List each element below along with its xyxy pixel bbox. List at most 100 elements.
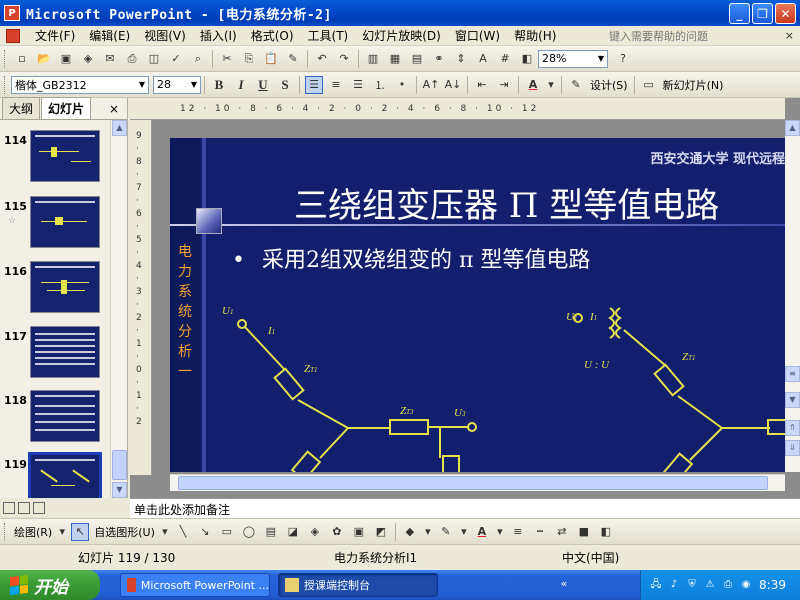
chevron-down-icon[interactable]: ▾ — [160, 523, 170, 541]
align-left-icon[interactable]: ☰ — [305, 75, 323, 94]
arrow-style-icon[interactable]: ⇄ — [553, 523, 571, 541]
powerpoint-icon[interactable]: P — [4, 5, 20, 21]
picture-icon[interactable]: ▣ — [350, 523, 368, 541]
scroll-thumb[interactable] — [178, 476, 768, 490]
scroll-down-icon[interactable]: ▼ — [785, 392, 800, 408]
menu-tools[interactable]: 工具(T) — [301, 27, 356, 44]
email-icon[interactable]: ✉ — [101, 50, 119, 68]
slideshow-icon[interactable] — [33, 502, 45, 514]
fill-color-icon[interactable]: ◆ — [401, 523, 419, 541]
slide-thumbnail-117[interactable]: 117 — [0, 322, 110, 382]
design-button[interactable]: 设计(S) — [590, 77, 628, 93]
line-color-icon[interactable]: ✎ — [437, 523, 455, 541]
save-icon[interactable]: ▣ — [57, 50, 75, 68]
font-color-icon[interactable]: A — [524, 76, 542, 94]
color-grayscale-icon[interactable]: ◧ — [518, 50, 536, 68]
restore-button[interactable]: ❐ — [752, 3, 773, 24]
antivirus-icon[interactable]: ◉ — [739, 578, 753, 592]
3d-style-icon[interactable]: ◧ — [597, 523, 615, 541]
chevron-down-icon[interactable]: ▾ — [546, 76, 556, 94]
line-style-icon[interactable]: ≡ — [509, 523, 527, 541]
decrease-indent-icon[interactable]: ⇤ — [473, 76, 491, 94]
select-objects-icon[interactable]: ↖ — [71, 522, 90, 541]
scroll-down-icon[interactable]: ▼ — [112, 482, 127, 498]
slide-canvas[interactable]: 西安交通大学 现代远程 三绕组变压器 Π 型等值电路 • 采用2组双绕组变的 π… — [170, 138, 785, 472]
toolbar-grip[interactable] — [4, 49, 7, 68]
increase-indent-icon[interactable]: ⇥ — [495, 76, 513, 94]
spelling-icon[interactable]: ✓ — [167, 50, 185, 68]
wordart-icon[interactable]: ◪ — [284, 523, 302, 541]
print-preview-icon[interactable]: ◫ — [145, 50, 163, 68]
help-search-input[interactable]: 键入需要帮助的问题 — [609, 28, 744, 44]
insert-chart-icon[interactable]: ▥ — [364, 50, 382, 68]
slide-thumbnail-116[interactable]: 116 — [0, 257, 110, 317]
paste-icon[interactable]: 📋 — [262, 50, 280, 68]
new-slide-icon[interactable]: ▭ — [640, 76, 658, 94]
bold-button[interactable]: B — [210, 76, 228, 94]
security-icon[interactable]: ⛨ — [685, 578, 699, 592]
menu-edit[interactable]: 编辑(E) — [82, 27, 137, 44]
design-icon[interactable]: ✎ — [567, 76, 585, 94]
autoshapes-button[interactable]: 自选图形(U) — [94, 524, 155, 540]
editor-horizontal-scrollbar[interactable] — [170, 474, 785, 491]
numbering-icon[interactable]: ⒈ — [371, 76, 389, 94]
zoom-select[interactable]: 28% ▼ — [538, 49, 608, 68]
format-painter-icon[interactable]: ✎ — [284, 50, 302, 68]
copy-icon[interactable]: ⎘ — [240, 50, 258, 68]
redo-icon[interactable]: ↷ — [335, 50, 353, 68]
slide-thumbnail-118[interactable]: 118 — [0, 386, 110, 446]
insert-hyperlink-icon[interactable]: ⚭ — [430, 50, 448, 68]
slide-thumbnail-119[interactable]: 119 — [0, 450, 110, 498]
notes-pane[interactable]: 单击此处添加备注 — [130, 498, 800, 518]
menu-format[interactable]: 格式(O) — [244, 27, 301, 44]
undo-icon[interactable]: ↶ — [313, 50, 331, 68]
increase-font-icon[interactable]: A↑ — [422, 76, 440, 94]
minimize-button[interactable]: _ — [729, 3, 750, 24]
menu-view[interactable]: 视图(V) — [137, 27, 193, 44]
align-right-icon[interactable]: ☰ — [349, 76, 367, 94]
open-icon[interactable]: 📂 — [35, 50, 53, 68]
new-icon[interactable]: ▫ — [13, 50, 31, 68]
taskbar-item-powerpoint[interactable]: Microsoft PowerPoint ... — [120, 573, 270, 597]
start-button[interactable]: 开始 — [0, 570, 100, 600]
menu-window[interactable]: 窗口(W) — [448, 27, 507, 44]
editor-vertical-scrollbar[interactable]: ▲ ≡ ▼ ⇑ ⇓ — [785, 120, 800, 472]
font-select[interactable]: 楷体_GB2312 ▼ — [11, 75, 149, 94]
scroll-thumb[interactable]: ≡ — [785, 366, 800, 382]
chevron-down-icon[interactable]: ▾ — [459, 523, 469, 541]
help-icon[interactable]: ? — [614, 50, 632, 68]
scroll-up-icon[interactable]: ▲ — [785, 120, 800, 136]
tab-slides[interactable]: 幻灯片 — [41, 97, 92, 119]
print-icon[interactable]: ⎙ — [123, 50, 141, 68]
tables-borders-icon[interactable]: ▤ — [408, 50, 426, 68]
toolbar-grip[interactable] — [4, 522, 7, 541]
arrow-icon[interactable]: ↘ — [196, 523, 214, 541]
taskbar-item-console[interactable]: 授课端控制台 — [278, 573, 438, 597]
textbox-icon[interactable]: ▤ — [262, 523, 280, 541]
font-size-select[interactable]: 28 ▼ — [153, 75, 201, 94]
rectangle-icon[interactable]: ▭ — [218, 523, 236, 541]
chevron-down-icon[interactable]: ▾ — [423, 523, 433, 541]
line-icon[interactable]: ╲ — [174, 523, 192, 541]
toolbar-grip[interactable] — [4, 75, 7, 94]
next-slide-icon[interactable]: ⇓ — [785, 440, 800, 456]
slide-sorter-icon[interactable] — [18, 502, 30, 514]
chevron-down-icon[interactable]: ▾ — [495, 523, 505, 541]
ime-icon[interactable]: ⚠ — [703, 578, 717, 592]
scroll-thumb[interactable] — [112, 450, 127, 480]
normal-view-icon[interactable] — [3, 502, 15, 514]
picture-insert-icon[interactable]: ◩ — [372, 523, 390, 541]
new-slide-button[interactable]: 新幻灯片(N) — [663, 77, 724, 93]
bullets-icon[interactable]: • — [393, 76, 411, 94]
show-grid-icon[interactable]: # — [496, 50, 514, 68]
menu-slideshow[interactable]: 幻灯片放映(D) — [355, 27, 448, 44]
tab-outline[interactable]: 大纲 — [2, 97, 41, 119]
insert-table-icon[interactable]: ▦ — [386, 50, 404, 68]
research-icon[interactable]: ⌕ — [189, 50, 207, 68]
document-icon[interactable] — [6, 28, 20, 43]
draw-menu-button[interactable]: 绘图(R) — [14, 524, 52, 540]
cut-icon[interactable]: ✂ — [218, 50, 236, 68]
menu-file[interactable]: 文件(F) — [28, 27, 82, 44]
slide-thumbnail-114[interactable]: 114 — [0, 126, 110, 186]
panel-scrollbar[interactable]: ▲ ▼ — [110, 120, 127, 498]
